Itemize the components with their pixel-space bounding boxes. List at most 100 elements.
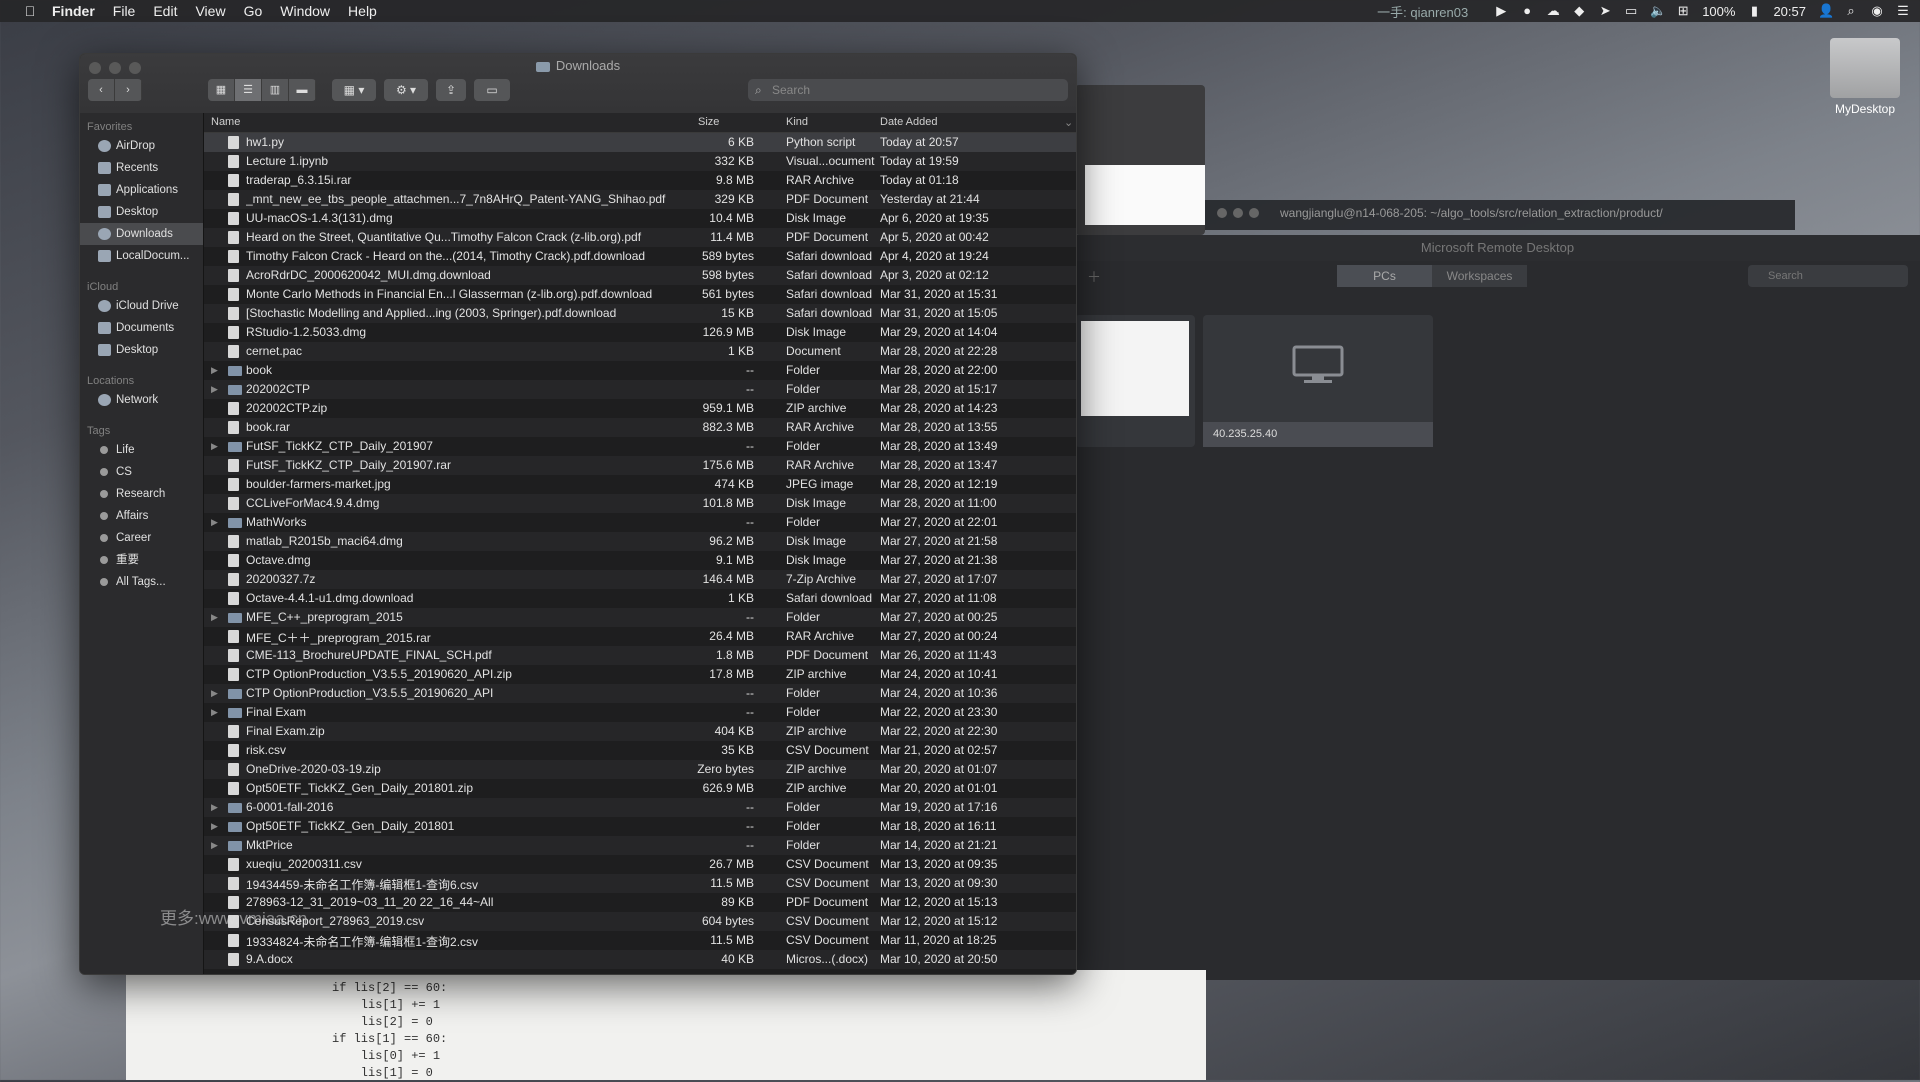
status-circle-icon[interactable]: ●	[1520, 4, 1534, 18]
sort-chevron-icon[interactable]: ⌄	[1064, 116, 1073, 129]
code-snippet[interactable]: if lis[2] == 60: lis[1] += 1 lis[2] = 0 …	[126, 970, 1206, 1082]
file-row[interactable]: matlab_R2015b_maci64.dmg 96.2 MB Disk Imag…	[204, 532, 1076, 551]
file-row[interactable]: traderap_6.3.15i.rar 9.8 MB RAR Archive Tod…	[204, 171, 1076, 190]
file-row[interactable]: hw1.py 6 KB Python script Today at 20:57	[204, 133, 1076, 152]
sidebar-tag-all-tags[interactable]: All Tags...	[80, 571, 203, 593]
file-row[interactable]: 20200327.7z 146.4 MB 7-Zip Archive Mar 27, …	[204, 570, 1076, 589]
sidebar-tag-research[interactable]: Research	[80, 483, 203, 505]
disclosure-triangle-icon[interactable]: ▶	[211, 384, 218, 395]
play-icon[interactable]: ▶	[1494, 4, 1508, 18]
finder-search-input[interactable]: ⌕ Search	[748, 79, 1068, 101]
menu-view[interactable]: View	[195, 3, 225, 19]
code-editor-window[interactable]: if lis[2] == 60: lis[1] += 1 lis[2] = 0 …	[126, 970, 1206, 1080]
file-row[interactable]: UU-macOS-1.4.3(131).dmg 10.4 MB Disk Image…	[204, 209, 1076, 228]
file-row[interactable]: MFE_C＋＋_preprogram_2015.rar 26.4 MB RAR Ar…	[204, 627, 1076, 646]
folder-row[interactable]: ▶ FutSF_TickKZ_CTP_Daily_201907 -- Folder Ma…	[204, 437, 1076, 456]
sidebar-tag-career[interactable]: Career	[80, 527, 203, 549]
share-icon[interactable]: ⇪	[436, 79, 466, 101]
file-row[interactable]: [Stochastic Modelling and Applied...ing …	[204, 304, 1076, 323]
file-row[interactable]: 19334824-未命名工作簿-编辑框1-查询2.csv 11.5 MB CSV D…	[204, 931, 1076, 950]
folder-row[interactable]: ▶ MFE_C++_preprogram_2015 -- Folder Mar 27, …	[204, 608, 1076, 627]
remote-desktop-search-input[interactable]: Search	[1748, 265, 1908, 287]
shield-icon[interactable]: ◆	[1572, 4, 1586, 18]
notification-center-icon[interactable]: ☰	[1896, 4, 1910, 18]
sidebar-item-localdocuments[interactable]: LocalDocum...	[80, 245, 203, 267]
file-row[interactable]: OneDrive-2020-03-19.zip Zero bytes ZIP arc…	[204, 760, 1076, 779]
finder-window[interactable]: Downloads ‹ › ▦ ☰ ▥ ▬ ▦ ▾ ⚙ ▾ ⇪ ▭ ⌕ Sear…	[79, 53, 1077, 975]
add-pc-icon[interactable]: ＋	[1087, 267, 1101, 287]
file-row[interactable]: Timothy Falcon Crack - Heard on the...(2…	[204, 247, 1076, 266]
action-gear-icon[interactable]: ⚙ ▾	[384, 79, 428, 101]
disclosure-triangle-icon[interactable]: ▶	[211, 821, 218, 832]
file-row[interactable]: RStudio-1.2.5033.dmg 126.9 MB Disk Image Ma…	[204, 323, 1076, 342]
file-row[interactable]: FutSF_TickKZ_CTP_Daily_201907.rar 175.6 M…	[204, 456, 1076, 475]
file-row[interactable]: xueqiu_20200311.csv 26.7 MB CSV Document Ma…	[204, 855, 1076, 874]
file-row[interactable]: Monte Carlo Methods in Financial En...l …	[204, 285, 1076, 304]
sidebar-item-desktop[interactable]: Desktop	[80, 201, 203, 223]
menu-app-finder[interactable]: Finder	[52, 3, 95, 19]
sidebar-item-downloads[interactable]: Downloads	[80, 223, 203, 245]
sidebar-item-network[interactable]: Network	[80, 389, 203, 411]
folder-row[interactable]: ▶ 202002CTP -- Folder Mar 28, 2020 at 15:17	[204, 380, 1076, 399]
gallery-view-icon[interactable]: ▬	[289, 79, 316, 101]
file-row[interactable]: CensusReport_278963_2019.csv 604 bytes CSV…	[204, 912, 1076, 931]
sidebar-tag-important[interactable]: 重要	[80, 549, 203, 571]
folder-row[interactable]: ▶ MktPrice -- Folder Mar 14, 2020 at 21:21	[204, 836, 1076, 855]
folder-row[interactable]: ▶ book -- Folder Mar 28, 2020 at 22:00	[204, 361, 1076, 380]
folder-row[interactable]: ▶ MathWorks -- Folder Mar 27, 2020 at 22:01	[204, 513, 1076, 532]
menu-window[interactable]: Window	[280, 3, 330, 19]
terminal-window[interactable]: wangjianglu@n14-068-205: ~/algo_tools/sr…	[1205, 200, 1795, 230]
sidebar-tag-cs[interactable]: CS	[80, 461, 203, 483]
file-row[interactable]: CCLiveForMac4.9.4.dmg 101.8 MB Disk Image M…	[204, 494, 1076, 513]
disclosure-triangle-icon[interactable]: ▶	[211, 707, 218, 718]
disclosure-triangle-icon[interactable]: ▶	[211, 365, 218, 376]
sidebar-tag-affairs[interactable]: Affairs	[80, 505, 203, 527]
file-row[interactable]: Final Exam.zip 404 KB ZIP archive Mar 22, 2…	[204, 722, 1076, 741]
forward-button[interactable]: ›	[115, 79, 142, 101]
file-row[interactable]: Heard on the Street, Quantitative Qu...T…	[204, 228, 1076, 247]
list-view-icon[interactable]: ☰	[235, 79, 262, 101]
folder-row[interactable]: ▶ Opt50ETF_TickKZ_Gen_Daily_201801 -- Folde…	[204, 817, 1076, 836]
file-row[interactable]: Octave.dmg 9.1 MB Disk Image Mar 27, 2020 a…	[204, 551, 1076, 570]
pc-tile-session[interactable]	[1075, 315, 1195, 447]
disclosure-triangle-icon[interactable]: ▶	[211, 688, 218, 699]
file-row[interactable]: AcroRdrDC_2000620042_MUI.dmg.download 598…	[204, 266, 1076, 285]
location-arrow-icon[interactable]: ➤	[1598, 4, 1612, 18]
sidebar-item-documents[interactable]: Documents	[80, 317, 203, 339]
folder-row[interactable]: ▶ Final Exam -- Folder Mar 22, 2020 at 23:30	[204, 703, 1076, 722]
sidebar-tag-life[interactable]: Life	[80, 439, 203, 461]
sidebar-item-airdrop[interactable]: AirDrop	[80, 135, 203, 157]
siri-icon[interactable]: ◉	[1870, 4, 1884, 18]
sidebar-item-icloud-desktop[interactable]: Desktop	[80, 339, 203, 361]
pc-tile-40-235-25-40[interactable]: 40.235.25.40	[1203, 315, 1433, 447]
cloud-icon[interactable]: ☁	[1546, 4, 1560, 18]
file-row[interactable]: boulder-farmers-market.jpg 474 KB JPEG ima…	[204, 475, 1076, 494]
file-row[interactable]: book.rar 882.3 MB RAR Archive Mar 28, 2020 …	[204, 418, 1076, 437]
sidebar-item-applications[interactable]: Applications	[80, 179, 203, 201]
file-row[interactable]: risk.csv 35 KB CSV Document Mar 21, 2020 at…	[204, 741, 1076, 760]
input-method-icon[interactable]: ⊞	[1676, 4, 1690, 18]
disclosure-triangle-icon[interactable]: ▶	[211, 840, 218, 851]
folder-row[interactable]: ▶ 6-0001-fall-2016 -- Folder Mar 19, 2020 at…	[204, 798, 1076, 817]
file-row[interactable]: CTP OptionProduction_V3.5.5_20190620_API…	[204, 665, 1076, 684]
file-row[interactable]: cernet.pac 1 KB Document Mar 28, 2020 at 22…	[204, 342, 1076, 361]
user-icon[interactable]: 👤	[1818, 4, 1834, 18]
menubar-clock[interactable]: 20:57	[1773, 4, 1806, 19]
battery-percent[interactable]: 100%	[1702, 4, 1735, 19]
back-button[interactable]: ‹	[88, 79, 115, 101]
airplay-icon[interactable]: ▭	[1624, 4, 1638, 18]
icon-view-icon[interactable]: ▦	[208, 79, 235, 101]
menu-file[interactable]: File	[113, 3, 136, 19]
menu-go[interactable]: Go	[244, 3, 263, 19]
tag-icon[interactable]: ▭	[474, 79, 510, 101]
tab-pcs[interactable]: PCs	[1337, 265, 1432, 287]
terminal-window-controls[interactable]	[1217, 208, 1259, 218]
file-row[interactable]: 19434459-未命名工作簿-编辑框1-查询6.csv 11.5 MB CSV D…	[204, 874, 1076, 893]
folder-row[interactable]: ▶ CTP OptionProduction_V3.5.5_20190620_AP…	[204, 684, 1076, 703]
column-header-size[interactable]: Size	[698, 116, 719, 128]
file-row[interactable]: Octave-4.4.1-u1.dmg.download 1 KB Safari d…	[204, 589, 1076, 608]
file-row[interactable]: Lecture 1.ipynb 332 KB Visual...ocument Tod…	[204, 152, 1076, 171]
file-row[interactable]: 278963-12_31_2019~03_11_20 22_16_44~All 8…	[204, 893, 1076, 912]
column-header-date-added[interactable]: Date Added	[880, 116, 938, 128]
file-row[interactable]: _mnt_new_ee_tbs_people_attachmen...7_7n8…	[204, 190, 1076, 209]
